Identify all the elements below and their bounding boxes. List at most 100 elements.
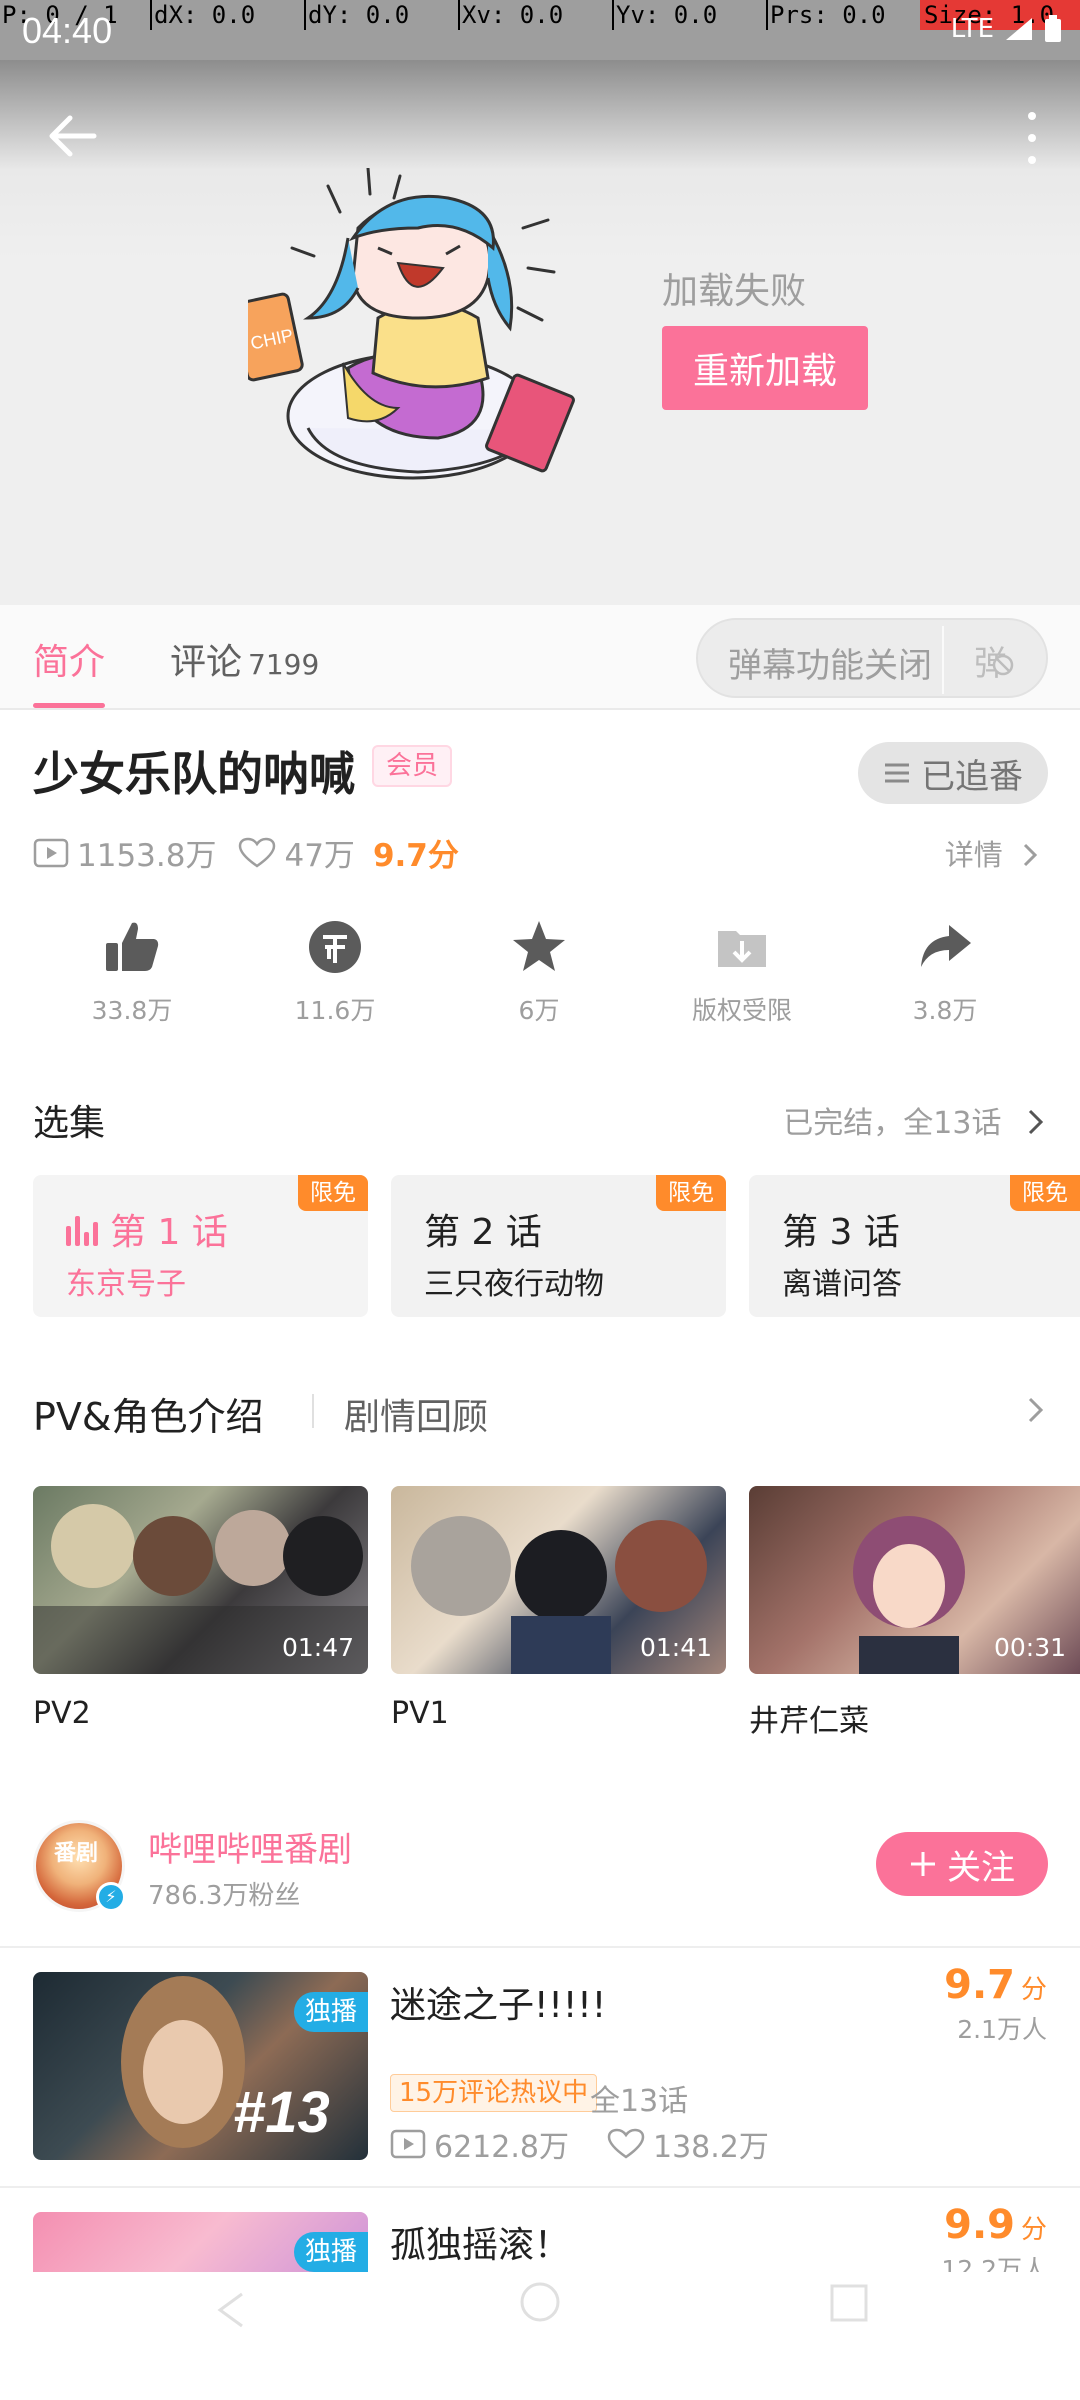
chevron-right-icon [1028, 1109, 1044, 1135]
debug-separator [612, 0, 614, 30]
episode-card[interactable]: 第 3 话 离谱问答 限免 [749, 1175, 1080, 1317]
danmaku-off-icon[interactable]: 弹 [974, 636, 1014, 685]
exclusive-badge: 独播 [294, 2232, 368, 2272]
nav-home-icon[interactable] [480, 2272, 600, 2392]
pv-label[interactable]: PV1 [391, 1696, 449, 1731]
pv-section-tab[interactable]: PV&角色介绍 [33, 1386, 264, 1441]
tab-intro[interactable]: 简介 [33, 633, 105, 685]
episode-title: 第 1 话 [66, 1203, 228, 1255]
recap-section-tab[interactable]: 剧情回顾 [344, 1388, 488, 1440]
recommendation-title[interactable]: 孤独摇滚！ [390, 2216, 570, 2268]
details-link[interactable]: 详情 [945, 832, 1040, 874]
play-count: 1153.8万 [77, 838, 217, 874]
pv-duration: 00:31 [993, 1633, 1066, 1662]
coin-icon [309, 921, 361, 973]
tab-comments[interactable]: 评论 7199 [170, 633, 319, 685]
episode-subtitle: 东京号子 [66, 1267, 186, 1302]
more-menu-icon[interactable] [1012, 108, 1052, 168]
system-nav-bar [0, 2272, 1080, 2400]
download-action-label: 版权受限 [691, 996, 792, 1025]
anime-title: 少女乐队的呐喊 [33, 747, 355, 801]
plus-icon [911, 1852, 935, 1876]
recommendation-score-value: 9.9 [944, 2202, 1015, 2248]
chevron-right-icon[interactable] [1025, 1395, 1047, 1425]
signal-icon [1006, 18, 1032, 40]
status-time: 04:40 [22, 10, 113, 51]
recommendation-likes: 138.2万 [652, 2130, 769, 2165]
recommendation-thumbnail[interactable]: 独播 [33, 2212, 368, 2272]
episode-title-text: 第 1 话 [110, 1212, 228, 1253]
channel-fans: 786.3万粉丝 [148, 1881, 301, 1911]
followed-label: 已追番 [921, 756, 1023, 797]
nav-back-icon[interactable] [180, 2272, 300, 2392]
episode-title: 第 2 话 [424, 1212, 542, 1253]
debug-status-bar: P: 0 / 1 dX: 0.0 dY: 0.0 Xv: 0.0 Yv: 0.0… [0, 0, 1080, 60]
episodes-all-link[interactable]: 已完结，全13话 [783, 1098, 1047, 1142]
episode-number-overlay: #13 [233, 2080, 330, 2145]
load-failed-text: 加载失败 [662, 271, 807, 312]
share-action-count: 3.8万 [912, 996, 978, 1025]
share-action[interactable]: 3.8万 [875, 915, 1015, 1027]
battery-icon [1045, 15, 1061, 42]
debug-yv: Yv: 0.0 [616, 1, 718, 29]
recommendation-title[interactable]: 迷途之子!!!!! [390, 1976, 606, 2028]
thumbs-up-icon [106, 922, 159, 971]
pv-thumbnail[interactable]: 01:41 [391, 1486, 726, 1674]
debug-separator [150, 0, 152, 30]
pv-duration: 01:41 [639, 1633, 712, 1662]
episode-card[interactable]: 第 1 话 东京号子 限免 [33, 1175, 368, 1317]
recommendation-stats: 6212.8万 138.2万 [390, 2122, 769, 2166]
episode-subtitle: 三只夜行动物 [424, 1267, 604, 1302]
pv-label[interactable]: 井芹仁菜 [749, 1696, 869, 1740]
download-action[interactable]: 版权受限 [672, 915, 812, 1027]
debug-separator [458, 0, 460, 30]
playing-icon [66, 1216, 98, 1246]
debug-separator [766, 0, 768, 30]
back-icon[interactable] [44, 108, 104, 164]
vip-badge: 会员 [372, 745, 453, 787]
recommendation-thumbnail[interactable]: #13 独播 [33, 1972, 368, 2160]
reload-button[interactable]: 重新加载 [662, 326, 868, 410]
free-badge: 限免 [298, 1175, 368, 1211]
debug-separator [304, 0, 306, 30]
details-label: 详情 [944, 838, 1003, 872]
recommendation-people: 2.1万人 [957, 2015, 1047, 2044]
pv-duration: 01:47 [281, 1633, 354, 1662]
danmaku-disabled-mark [992, 654, 1014, 676]
coin-action-count: 11.6万 [294, 996, 376, 1025]
pv-thumbnail[interactable]: 00:31 [749, 1486, 1080, 1674]
followed-button[interactable]: 已追番 [858, 742, 1048, 804]
danmaku-input-label[interactable]: 弹幕功能关闭 [728, 638, 932, 687]
follow-label: 关注 [947, 1847, 1015, 1888]
favorite-action-count: 6万 [518, 996, 560, 1025]
video-player[interactable]: CHIP 加载失败 重新加载 [0, 60, 1080, 605]
episodes-status: 已完结，全13话 [783, 1106, 1002, 1141]
recommendation-score-value: 9.7 [944, 1962, 1015, 2008]
recommendation-score-unit: 分 [1020, 1975, 1047, 2005]
hot-discussion-tag: 15万评论热议中 [390, 2074, 598, 2112]
episode-card[interactable]: 第 2 话 三只夜行动物 限免 [391, 1175, 726, 1317]
free-badge: 限免 [1010, 1175, 1080, 1211]
nav-recents-icon[interactable] [790, 2272, 910, 2392]
divider [0, 2186, 1080, 2188]
tab-comments-label: 评论 [170, 642, 243, 683]
channel-name[interactable]: 哔哩哔哩番剧 [148, 1822, 352, 1871]
like-action[interactable]: 33.8万 [62, 915, 202, 1027]
favorite-action[interactable]: 6万 [469, 915, 609, 1027]
episode-subtitle: 离谱问答 [782, 1267, 902, 1302]
danmaku-toggle[interactable]: 弹幕功能关闭 弹 [696, 618, 1048, 698]
follow-button[interactable]: 关注 [876, 1832, 1048, 1896]
error-mascot-image: CHIP [248, 168, 575, 480]
heart-icon [607, 2128, 645, 2159]
heart-icon [239, 837, 276, 868]
comment-count: 7199 [248, 648, 320, 681]
like-action-count: 33.8万 [91, 996, 173, 1025]
divider [0, 1946, 1080, 1948]
coin-action[interactable]: 11.6万 [265, 915, 405, 1027]
pv-thumbnail[interactable]: 01:47 [33, 1486, 368, 1674]
episodes-title: 选集 [33, 1103, 106, 1144]
stats-row: 1153.8万 47万 9.7分 [33, 830, 459, 875]
pv-label[interactable]: PV2 [33, 1696, 91, 1731]
recommendation-plays: 6212.8万 [434, 2130, 569, 2165]
recommendation-score: 9.9 分 [944, 2202, 1047, 2248]
